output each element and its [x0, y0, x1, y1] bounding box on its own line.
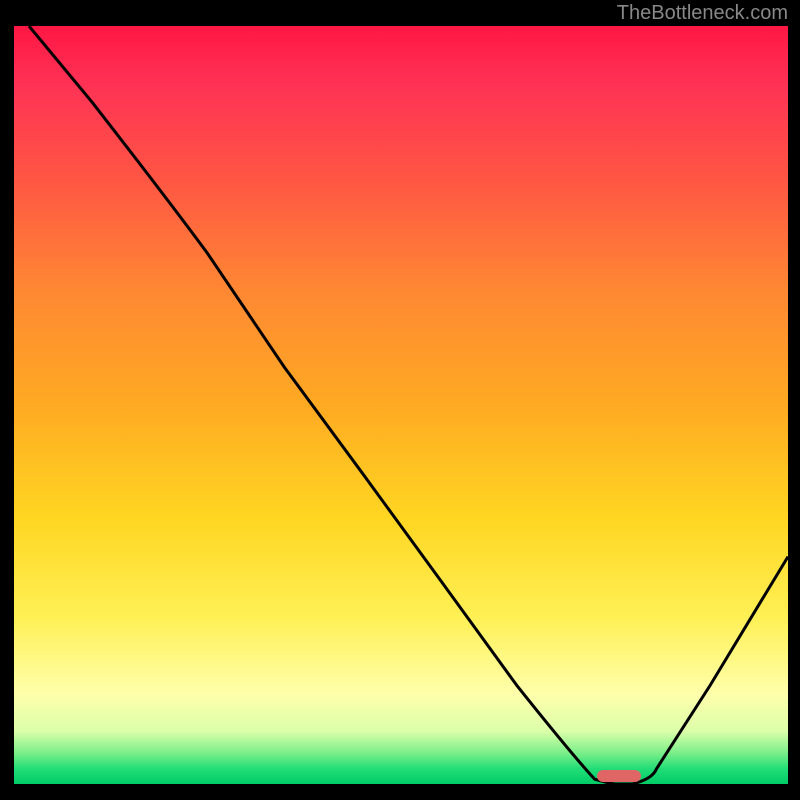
- optimal-marker: [597, 770, 641, 782]
- watermark-text: TheBottleneck.com: [617, 2, 788, 25]
- chart-plot-area: [12, 26, 788, 786]
- chart-curve: [14, 26, 788, 784]
- curve-path: [29, 26, 788, 784]
